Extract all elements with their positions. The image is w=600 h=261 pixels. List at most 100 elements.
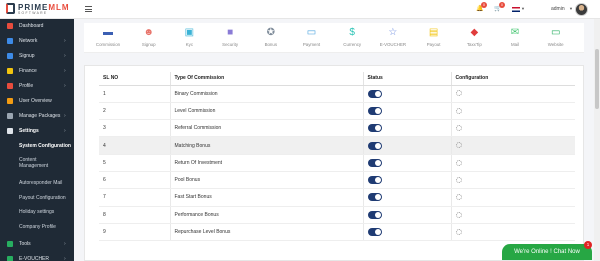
config-signup[interactable]: ☻ Signup	[129, 27, 169, 51]
config-website[interactable]: ▭ Website	[536, 27, 576, 51]
config-label: Signup	[141, 42, 156, 47]
config-currency[interactable]: $ Currency	[332, 27, 372, 51]
status-toggle[interactable]	[367, 106, 382, 115]
status-toggle[interactable]	[367, 176, 382, 185]
sidebar: Dashboard Network › Signup › Finance › Profile ›…	[0, 19, 74, 261]
row-configuration	[451, 154, 575, 172]
row-sl-no: 5	[99, 154, 171, 172]
bonus-award-icon: ✪	[266, 27, 275, 38]
config-payment[interactable]: ▭ Payment	[292, 27, 332, 51]
caret-down-icon[interactable]: ▼	[569, 6, 573, 11]
row-configuration	[451, 171, 575, 190]
gear-icon[interactable]	[455, 176, 462, 183]
user-name[interactable]: admin	[551, 6, 565, 12]
avatar[interactable]	[575, 3, 588, 16]
sidebar-subitem-system-configuration[interactable]: System Configuration	[19, 143, 71, 149]
config-label: TaxxTip	[466, 42, 482, 47]
sidebar-item-signup[interactable]: Signup ›	[0, 49, 74, 62]
table-row: 1 Binary Commission	[99, 85, 575, 103]
config-label: Kyc	[185, 42, 194, 47]
uk-flag-icon[interactable]	[512, 7, 520, 12]
row-status	[363, 102, 452, 121]
gear-icon[interactable]	[455, 142, 462, 149]
config-label: Payout	[426, 42, 441, 47]
table-row: 5 Return Of Investment	[99, 154, 575, 172]
sidebar-item-label: Network	[19, 38, 38, 44]
row-configuration	[451, 85, 575, 103]
status-toggle[interactable]	[367, 158, 382, 167]
sidebar-item-label: Manage Packages	[19, 113, 61, 119]
row-configuration	[451, 136, 575, 155]
sidebar-subitem-company-profile[interactable]: Company Profile	[19, 224, 56, 230]
row-configuration	[451, 223, 575, 242]
live-chat-button[interactable]: We're Online ! Chat Now	[502, 244, 592, 260]
notification-badge: 0	[481, 2, 487, 8]
sidebar-item-settings[interactable]: Settings ›	[0, 124, 74, 137]
sidebar-item-tools[interactable]: Tools ›	[0, 237, 74, 250]
gear-icon[interactable]	[455, 90, 462, 97]
finance-icon	[7, 67, 13, 74]
sidebar-subitem-holiday-settings[interactable]: Holiday settings	[19, 209, 54, 215]
chevron-right-icon: ›	[64, 255, 66, 261]
logo[interactable]: PRIMEMLM SOFTWARE	[6, 3, 72, 17]
sidebar-subitem-content-management[interactable]: Content Management	[19, 157, 59, 169]
website-monitor-icon: ▭	[550, 27, 561, 38]
row-status	[363, 171, 452, 190]
menu-toggle-icon[interactable]	[85, 6, 92, 12]
payout-icon: ▤	[428, 27, 439, 38]
row-sl-no: 7	[99, 188, 171, 207]
signup-user-icon: ☻	[143, 27, 154, 38]
sidebar-item-dashboard[interactable]: Dashboard	[0, 19, 74, 32]
status-toggle[interactable]	[367, 89, 382, 98]
caret-down-icon[interactable]: ▼	[521, 6, 525, 11]
row-commission-type: Fast Start Bonus	[170, 188, 364, 207]
config-kyc[interactable]: ▣ Kyc	[169, 27, 209, 51]
gear-icon[interactable]	[455, 107, 462, 114]
sidebar-item-label: Settings	[19, 128, 39, 134]
chevron-right-icon: ›	[64, 240, 66, 247]
status-toggle[interactable]	[367, 193, 382, 202]
row-commission-type: Performance Bonus	[170, 206, 364, 224]
table-row: 4 Matching Bonus	[99, 136, 575, 155]
config-bonus[interactable]: ✪ Bonus	[251, 27, 291, 51]
scrollbar-thumb[interactable]	[595, 49, 599, 109]
table-row: 6 Pool Bonus	[99, 171, 575, 190]
config-mail[interactable]: ✉ Mail	[495, 27, 535, 51]
sidebar-item-label: User Overview	[19, 98, 52, 104]
gear-icon[interactable]	[455, 159, 462, 166]
column-header-status: Status	[363, 72, 452, 86]
row-status	[363, 206, 452, 224]
settings-icon	[7, 127, 13, 134]
row-commission-type: Pool Bonus	[170, 171, 364, 190]
gear-icon[interactable]	[455, 194, 462, 201]
sidebar-item-e-voucher[interactable]: E-VOUCHER ›	[0, 252, 74, 261]
sidebar-subitem-autoresponder-mail[interactable]: Autoresponder Mail	[19, 180, 62, 186]
config-label: Payment	[302, 42, 321, 47]
row-configuration	[451, 119, 575, 138]
sidebar-item-finance[interactable]: Finance ›	[0, 64, 74, 77]
scrollbar[interactable]	[594, 19, 600, 261]
sidebar-item-user-overview[interactable]: User Overview	[0, 94, 74, 107]
config-label: Website	[547, 42, 564, 47]
config-payout[interactable]: ▤ Payout	[414, 27, 454, 51]
gear-icon[interactable]	[455, 228, 462, 235]
config-taxxtip[interactable]: ◆ TaxxTip	[454, 27, 494, 51]
sidebar-item-manage-packages[interactable]: Manage Packages ›	[0, 109, 74, 122]
gear-icon[interactable]	[455, 211, 462, 218]
sidebar-subitem-payout-configuration[interactable]: Payout Configuration	[19, 195, 66, 201]
config-commission[interactable]: ▬ Commission	[88, 27, 128, 51]
status-toggle[interactable]	[367, 141, 382, 150]
status-toggle[interactable]	[367, 210, 382, 219]
sidebar-item-label: Tools	[19, 241, 31, 247]
config-security[interactable]: ■ Security	[210, 27, 250, 51]
table-row: 9 Repurchase Level Bonus	[99, 223, 575, 242]
sidebar-item-profile[interactable]: Profile ›	[0, 79, 74, 92]
gear-icon[interactable]	[455, 125, 462, 132]
sidebar-item-network[interactable]: Network ›	[0, 34, 74, 47]
status-toggle[interactable]	[367, 124, 382, 133]
config-e-voucher[interactable]: ☆ E-VOUCHER	[373, 27, 413, 51]
commission-card: SL NO Type Of Commission Status Configur…	[84, 65, 584, 261]
status-toggle[interactable]	[367, 228, 382, 237]
row-sl-no: 4	[99, 136, 171, 155]
profile-icon	[7, 82, 13, 89]
